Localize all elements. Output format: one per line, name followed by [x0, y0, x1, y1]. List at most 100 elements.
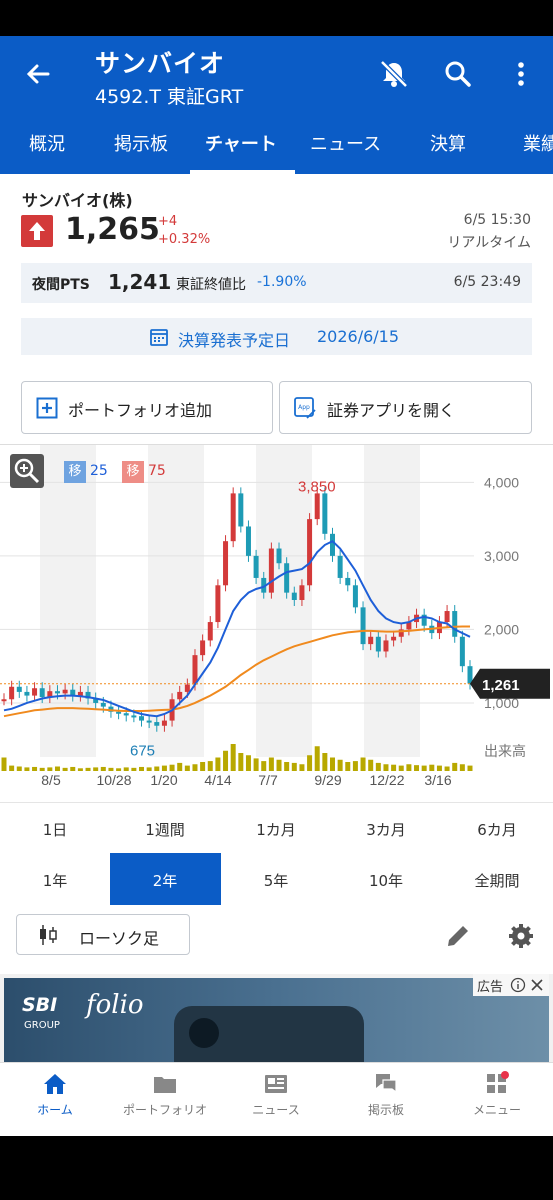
volume-bar	[108, 767, 114, 771]
volume-bar	[100, 766, 106, 771]
chart-canvas: 4,0003,0002,0001,000出来高1,2613,8506758/5 1…	[0, 445, 550, 788]
candlestick-icon	[40, 925, 57, 945]
volume-bar	[116, 768, 122, 771]
period-1w[interactable]: 1週間	[110, 819, 220, 840]
chat-bubbles-icon	[376, 1074, 397, 1094]
period-all[interactable]: 全期間	[442, 870, 552, 891]
tab-performance[interactable]: 業績	[523, 130, 553, 156]
volume-bar	[230, 744, 236, 771]
ad-banner[interactable]: SBI GROUP folio 広告	[0, 974, 553, 1062]
candle-body	[337, 555, 343, 578]
candle-body	[207, 622, 213, 641]
candle-body	[467, 666, 473, 684]
candle-body	[391, 636, 397, 641]
volume-bar	[54, 766, 60, 771]
more-vert-icon[interactable]	[505, 58, 537, 90]
volume-bar	[398, 765, 404, 771]
chart-band-0	[40, 445, 96, 757]
candle-body	[368, 636, 374, 645]
volume-bar	[245, 755, 251, 771]
period-3m[interactable]: 3カ月	[331, 819, 441, 840]
volume-bar	[429, 764, 435, 771]
nav-portfolio[interactable]: ポートフォリオ	[110, 1071, 220, 1118]
candle-body	[192, 655, 198, 685]
stock-chart[interactable]: 4,000 3,000 2,000 1,000 出来高 1,261 3,850 675 8/5 1…	[0, 444, 553, 802]
high-annotation: 3,850	[298, 478, 336, 495]
candle-body	[215, 585, 221, 623]
period-1m[interactable]: 1カ月	[221, 819, 331, 840]
nav-portfolio-label: ポートフォリオ	[122, 1103, 207, 1117]
nav-home[interactable]: ホーム	[0, 1071, 110, 1118]
period-1y[interactable]: 1年	[0, 870, 110, 891]
earnings-date-row[interactable]: 決算発表予定日 2026/6/15	[21, 318, 532, 355]
ad-brand: SBI	[22, 994, 58, 1016]
tab-news[interactable]: ニュース	[310, 130, 381, 156]
tab-chart[interactable]: チャート	[205, 130, 277, 156]
tab-bar: 概況 掲示板 チャート ニュース 決算 業績	[0, 124, 553, 174]
search-icon[interactable]	[442, 58, 474, 90]
add-portfolio-button[interactable]: ポートフォリオ追加	[21, 381, 273, 434]
candle-body	[116, 711, 122, 714]
gear-icon[interactable]	[507, 922, 535, 950]
period-10y[interactable]: 10年	[331, 870, 441, 891]
nav-news[interactable]: ニュース	[221, 1071, 331, 1118]
ad-choices[interactable]: 広告	[473, 974, 549, 996]
volume-bar	[329, 757, 335, 771]
volume-bar	[459, 764, 465, 771]
x-tick-label: 12/22	[369, 772, 404, 788]
quote-time: 6/5 15:30	[463, 212, 531, 228]
current-price: 1,265	[65, 212, 160, 247]
tab-board[interactable]: 掲示板	[114, 130, 168, 156]
candle-body	[1, 699, 7, 702]
tab-overview[interactable]: 概況	[29, 130, 65, 156]
nav-board[interactable]: 掲示板	[331, 1071, 441, 1118]
last-price-label: 1,261	[482, 677, 520, 694]
candle-body	[230, 493, 236, 542]
period-2y[interactable]: 2年	[110, 870, 220, 891]
ad-info-icon	[510, 977, 526, 993]
candle-body	[322, 493, 328, 534]
volume-bar	[47, 767, 53, 771]
ad-close-icon[interactable]	[530, 978, 544, 992]
y-tick-label: 3,000	[484, 548, 519, 564]
volume-bar	[16, 766, 22, 771]
candle-body	[223, 541, 229, 586]
candle-body	[24, 691, 30, 696]
chart-type-selector[interactable]: ローソク足	[16, 914, 190, 955]
price-change: +4	[158, 214, 178, 229]
candle-body	[291, 592, 297, 600]
period-1d[interactable]: 1日	[0, 819, 110, 840]
earnings-date: 2026/6/15	[317, 327, 400, 346]
bell-off-icon[interactable]	[378, 58, 410, 90]
volume-bar	[131, 767, 137, 771]
back-arrow-icon[interactable]	[22, 58, 54, 90]
pts-compare-value: -1.90%	[257, 274, 307, 290]
stock-code: 4592.T 東証GRT	[95, 86, 244, 108]
volume-bar	[276, 759, 282, 771]
tab-earnings[interactable]: 決算	[430, 130, 466, 156]
volume-bar	[39, 767, 45, 771]
candle-body	[238, 493, 244, 527]
volume-bar	[154, 766, 160, 771]
candle-body	[32, 688, 38, 696]
candle-body	[146, 720, 152, 723]
zoom-in-icon[interactable]	[10, 454, 44, 488]
ma75-legend-value: 75	[148, 463, 166, 479]
volume-bar	[161, 765, 167, 771]
nav-menu[interactable]: メニュー	[442, 1071, 552, 1118]
x-tick-label: 1/20	[150, 772, 177, 788]
period-5y[interactable]: 5年	[221, 870, 331, 891]
candle-body	[329, 533, 335, 556]
ma75-legend-badge: 移	[122, 461, 144, 483]
volume-bar	[200, 762, 206, 771]
volume-bar	[192, 764, 198, 771]
pts-compare-label: 東証終値比	[176, 277, 246, 293]
price-change-pct: +0.32%	[158, 232, 211, 247]
open-securities-app-button[interactable]: App 証券アプリを開く	[279, 381, 532, 434]
candle-body	[276, 548, 282, 564]
volume-bar	[406, 764, 412, 771]
candle-body	[307, 519, 313, 586]
period-6m[interactable]: 6カ月	[442, 819, 552, 840]
pencil-icon[interactable]	[444, 922, 472, 950]
candle-body	[123, 713, 129, 716]
